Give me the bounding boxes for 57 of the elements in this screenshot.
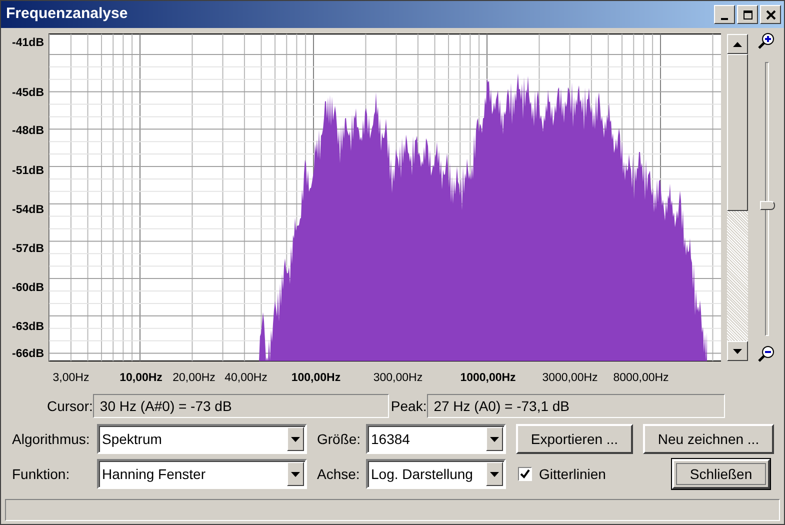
down-arrow-icon (733, 348, 742, 354)
axis-label: 1000,00Hz (460, 372, 516, 384)
field-label: Funktion: (12, 464, 71, 484)
caret-icon (490, 436, 499, 442)
slider-thumb[interactable] (760, 200, 776, 210)
dialog-button[interactable]: Schließen (672, 459, 770, 489)
dialog-button[interactable]: Exportieren ... (516, 424, 633, 454)
axis-label: -48dB (12, 125, 44, 137)
field-label: Größe: (317, 430, 362, 448)
dialog-button[interactable]: Neu zeichnen ... (643, 424, 774, 454)
minimize-button[interactable] (714, 5, 735, 24)
axis-label: -54dB (12, 204, 44, 216)
axis-label: 3000,00Hz (542, 372, 598, 384)
close-button[interactable] (760, 5, 781, 24)
caret-icon (490, 472, 499, 476)
caret-icon (291, 472, 300, 476)
caret-icon (291, 436, 300, 442)
axis-label: -41dB (12, 37, 44, 49)
dropdown[interactable]: Hanning Fenster (97, 459, 307, 489)
up-arrow-icon (733, 42, 742, 46)
axis-label: 10,00Hz (120, 372, 162, 384)
dropdown[interactable]: 16384 (366, 424, 506, 454)
readout-field: 30 Hz (A#0) = -73 dB (92, 394, 389, 418)
dropdown[interactable]: Spektrum (97, 424, 307, 454)
scroll-down-button[interactable] (727, 341, 748, 361)
close-icon (766, 10, 776, 20)
maximize-icon (742, 10, 752, 20)
scroll-up-button[interactable] (727, 34, 748, 54)
axis-label: 100,00Hz (291, 372, 341, 384)
axis-label: 40,00Hz (224, 372, 268, 384)
check-icon (520, 469, 530, 479)
readout-field: 27 Hz (A0) = -73,1 dB (426, 394, 725, 418)
gridlines-checkbox[interactable] (518, 467, 532, 481)
field-label: Algorithmus: (12, 430, 91, 449)
window-title: Frequenzanalyse (6, 4, 129, 24)
checkbox-label: Gitterlinien (539, 464, 607, 484)
axis-label: 20,00Hz (172, 372, 216, 384)
dropdown[interactable]: Log. Darstellung (366, 459, 506, 489)
minimize-icon (721, 18, 728, 20)
readout-label: Cursor: (47, 396, 93, 416)
axis-label: -63dB (12, 321, 44, 333)
axis-label: 300,00Hz (373, 372, 423, 384)
axis-label: -60dB (12, 282, 44, 294)
zoom-slider[interactable] (760, 62, 774, 336)
axis-label: 3,00Hz (52, 372, 90, 384)
axis-label: 8000,00Hz (613, 372, 669, 384)
axis-label: -57dB (12, 243, 44, 255)
scroll-thumb[interactable] (727, 54, 748, 211)
axis-label: -45dB (12, 87, 44, 99)
axis-label: -51dB (12, 165, 44, 177)
scrollbar[interactable] (727, 34, 748, 361)
field-label: Achse: (317, 464, 361, 484)
readout-label: Peak: (390, 396, 427, 416)
zoom-out-icon[interactable] (757, 345, 776, 363)
axis-label: -66dB (12, 348, 44, 360)
maximize-button[interactable] (737, 5, 758, 24)
zoom-in-icon[interactable] (757, 32, 776, 50)
